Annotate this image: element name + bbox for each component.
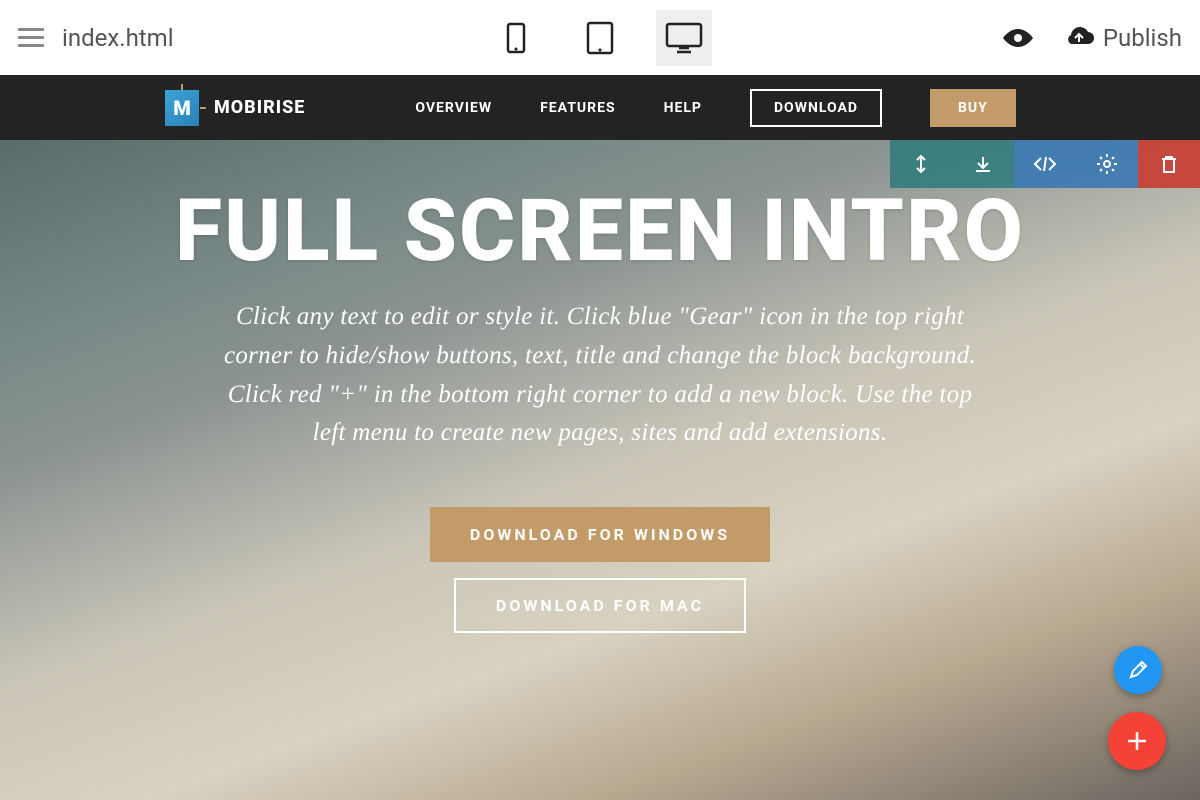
app-bar: index.html Publish bbox=[0, 0, 1200, 75]
save-block-button[interactable] bbox=[952, 140, 1014, 188]
download-icon bbox=[973, 154, 993, 174]
publish-label: Publish bbox=[1103, 24, 1182, 52]
plus-icon bbox=[1124, 728, 1150, 754]
app-bar-right: Publish bbox=[1001, 24, 1182, 52]
block-toolbar bbox=[890, 140, 1200, 188]
nav-buy-button[interactable]: BUY bbox=[930, 89, 1016, 127]
edit-fab[interactable] bbox=[1114, 646, 1162, 694]
eye-icon bbox=[1001, 27, 1035, 49]
tablet-icon bbox=[586, 21, 614, 55]
nav-help[interactable]: HELP bbox=[664, 100, 702, 116]
site-nav: MOBIRISE OVERVIEW FEATURES HELP DOWNLOAD… bbox=[0, 75, 1200, 140]
brand-logo bbox=[165, 90, 199, 126]
move-block-button[interactable] bbox=[890, 140, 952, 188]
nav-overview[interactable]: OVERVIEW bbox=[415, 100, 492, 116]
desktop-view-button[interactable] bbox=[656, 10, 712, 66]
hero-buttons: DOWNLOAD FOR WINDOWS DOWNLOAD FOR MAC bbox=[0, 507, 1200, 633]
code-icon bbox=[1033, 156, 1057, 172]
nav-download-button[interactable]: DOWNLOAD bbox=[750, 89, 882, 127]
pencil-icon bbox=[1128, 660, 1148, 680]
nav-features[interactable]: FEATURES bbox=[540, 100, 616, 116]
settings-block-button[interactable] bbox=[1076, 140, 1138, 188]
brand-text: MOBIRISE bbox=[214, 97, 305, 118]
publish-button[interactable]: Publish bbox=[1063, 24, 1182, 52]
brand[interactable]: MOBIRISE bbox=[160, 86, 305, 130]
preview-button[interactable] bbox=[1001, 27, 1035, 49]
code-block-button[interactable] bbox=[1014, 140, 1076, 188]
mobile-view-button[interactable] bbox=[488, 10, 544, 66]
download-mac-button[interactable]: DOWNLOAD FOR MAC bbox=[454, 578, 746, 633]
device-preview-group bbox=[488, 10, 712, 66]
mobile-icon bbox=[506, 22, 526, 54]
add-block-fab[interactable] bbox=[1108, 712, 1166, 770]
hero-title[interactable]: FULL SCREEN INTRO bbox=[0, 188, 1200, 274]
delete-block-button[interactable] bbox=[1138, 140, 1200, 188]
nav-items: OVERVIEW FEATURES HELP DOWNLOAD BUY bbox=[415, 89, 1015, 127]
trash-icon bbox=[1160, 154, 1178, 174]
download-windows-button[interactable]: DOWNLOAD FOR WINDOWS bbox=[430, 507, 770, 562]
desktop-icon bbox=[665, 22, 703, 54]
hero-description[interactable]: Click any text to edit or style it. Clic… bbox=[210, 298, 990, 453]
tablet-view-button[interactable] bbox=[572, 10, 628, 66]
hero-block: FULL SCREEN INTRO Click any text to edit… bbox=[0, 140, 1200, 800]
cloud-upload-icon bbox=[1063, 26, 1095, 50]
menu-icon[interactable] bbox=[18, 28, 44, 47]
move-icon bbox=[911, 154, 931, 174]
filename-label: index.html bbox=[62, 24, 174, 52]
gear-icon bbox=[1096, 153, 1118, 175]
